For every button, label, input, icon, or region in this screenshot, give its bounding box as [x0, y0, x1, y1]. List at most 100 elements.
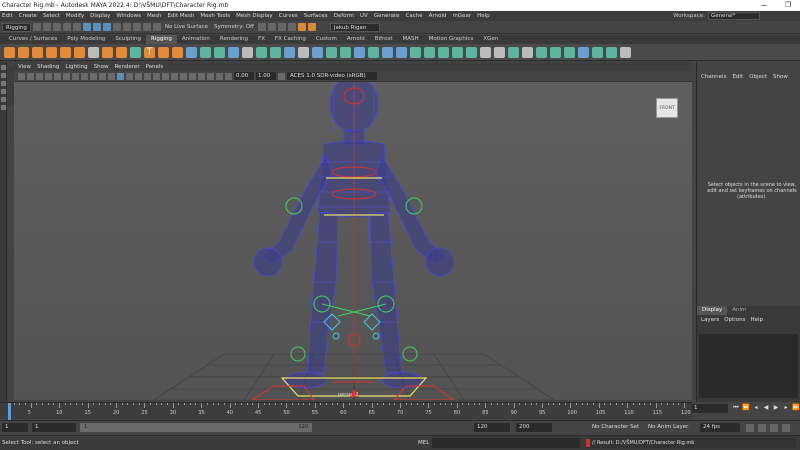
playhead[interactable]: [8, 403, 11, 420]
shelf-tool-icon[interactable]: [564, 46, 575, 58]
color-management-icon[interactable]: [278, 72, 285, 80]
tab-display-layers[interactable]: Display: [697, 306, 728, 315]
insert-joint-icon[interactable]: [18, 46, 29, 58]
shelf-tool-icon[interactable]: [466, 46, 477, 58]
text-tool-icon[interactable]: T: [144, 46, 155, 58]
loop-icon[interactable]: [746, 424, 754, 432]
mgear-shifter-icon[interactable]: [354, 46, 365, 58]
step-back-icon[interactable]: ◂: [752, 404, 760, 412]
outliner-icon[interactable]: [312, 46, 323, 58]
scale-constraint-icon[interactable]: [256, 46, 267, 58]
open-scene-icon[interactable]: [42, 23, 51, 31]
shelf-tool-icon[interactable]: [494, 46, 505, 58]
snap-point-icon[interactable]: [132, 23, 141, 31]
script-language-toggle[interactable]: MEL: [418, 440, 429, 446]
shelf-tool-icon[interactable]: [438, 46, 449, 58]
xray-icon[interactable]: [207, 72, 214, 80]
panel-menu-view[interactable]: View: [18, 64, 31, 70]
menu-modify[interactable]: Modify: [66, 13, 84, 19]
shelf-tool-icon[interactable]: [606, 46, 617, 58]
wireframe-icon[interactable]: [117, 72, 124, 80]
playback-end-field[interactable]: 120: [474, 423, 510, 432]
render-frame-icon[interactable]: [267, 23, 276, 31]
shelf-tool-icon[interactable]: [536, 46, 547, 58]
view-cube[interactable]: FRONT: [656, 98, 678, 118]
tab-xgen[interactable]: XGen: [478, 35, 503, 44]
node-editor-icon[interactable]: [298, 46, 309, 58]
tab-fx-caching[interactable]: FX Caching: [270, 35, 311, 44]
current-frame-field[interactable]: 1: [692, 404, 728, 413]
go-to-start-icon[interactable]: ⏮: [732, 404, 740, 412]
paint-select-icon[interactable]: [1, 81, 6, 86]
film-gate-icon[interactable]: [63, 72, 70, 80]
hik-icon[interactable]: [270, 46, 281, 58]
tab-rigging[interactable]: Rigging: [146, 35, 177, 44]
shelf-tool-icon[interactable]: [508, 46, 519, 58]
component-editor-icon[interactable]: [284, 46, 295, 58]
panel-menu-panels[interactable]: Panels: [146, 64, 164, 70]
mgear-control-icon[interactable]: [368, 46, 379, 58]
fps-dropdown[interactable]: 24 fps: [700, 423, 740, 432]
preferences-icon[interactable]: [782, 424, 790, 432]
character-set-dropdown[interactable]: No Character Set: [592, 424, 639, 430]
tab-rendering[interactable]: Rendering: [215, 35, 253, 44]
mgear-build-icon[interactable]: [340, 46, 351, 58]
far-clip-field[interactable]: 1.00: [256, 72, 276, 80]
select-hierarchy-icon[interactable]: [82, 23, 91, 31]
range-slider[interactable]: 1 120: [80, 423, 312, 432]
layer-menu-help[interactable]: Help: [750, 317, 763, 323]
tab-arnold[interactable]: Arnold: [342, 35, 370, 44]
mirror-joint-icon[interactable]: [32, 46, 43, 58]
menu-curves[interactable]: Curves: [279, 13, 298, 19]
blend-shape-icon[interactable]: [158, 46, 169, 58]
ambient-occlusion-icon[interactable]: [171, 72, 178, 80]
shelf-tool-icon[interactable]: [424, 46, 435, 58]
select-component-icon[interactable]: [102, 23, 111, 31]
audio-icon[interactable]: [758, 424, 766, 432]
animation-start-field[interactable]: 1: [2, 423, 28, 432]
layer-list[interactable]: [699, 334, 798, 398]
safe-title-icon[interactable]: [108, 72, 115, 80]
pole-vector-icon[interactable]: [242, 46, 253, 58]
tab-motion-graphics[interactable]: Motion Graphics: [424, 35, 479, 44]
menu-surfaces[interactable]: Surfaces: [304, 13, 328, 19]
tab-bifrost[interactable]: Bifrost: [370, 35, 398, 44]
shelf-tool-icon[interactable]: [550, 46, 561, 58]
save-scene-icon[interactable]: [52, 23, 61, 31]
channel-menu-channels[interactable]: Channels: [701, 74, 726, 80]
xray-components-icon[interactable]: [225, 72, 232, 80]
panel-menu-lighting[interactable]: Lighting: [65, 64, 87, 70]
field-chart-icon[interactable]: [90, 72, 97, 80]
maximize-button[interactable]: ❐: [776, 0, 800, 11]
hypershade-icon[interactable]: [297, 23, 306, 31]
resolution-gate-icon[interactable]: [72, 72, 79, 80]
menu-help[interactable]: Help: [477, 13, 490, 19]
camera-attributes-icon[interactable]: [27, 72, 34, 80]
shelf-tool-icon[interactable]: [592, 46, 603, 58]
minimize-button[interactable]: —: [752, 0, 776, 11]
snap-curve-icon[interactable]: [122, 23, 131, 31]
step-back-key-icon[interactable]: ⏪: [742, 404, 750, 412]
panel-menu-shading[interactable]: Shading: [37, 64, 59, 70]
menu-uv[interactable]: UV: [360, 13, 368, 19]
arnold-render-icon[interactable]: [307, 23, 316, 31]
safe-action-icon[interactable]: [99, 72, 106, 80]
mgear-guide-icon[interactable]: [326, 46, 337, 58]
layer-menu-layers[interactable]: Layers: [701, 317, 719, 323]
tab-fx[interactable]: FX: [253, 35, 270, 44]
command-result[interactable]: // Result: D:/VŠMU/DFT/Character Rig.mb: [586, 438, 796, 448]
lights-icon[interactable]: [153, 72, 160, 80]
move-tool-icon[interactable]: [1, 89, 6, 94]
channel-menu-edit[interactable]: Edit: [732, 74, 743, 80]
menu-generate[interactable]: Generate: [374, 13, 400, 19]
auto-key-icon[interactable]: [770, 424, 778, 432]
locator-icon[interactable]: [116, 46, 127, 58]
point-constraint-icon[interactable]: [186, 46, 197, 58]
shadows-icon[interactable]: [162, 72, 169, 80]
play-forward-icon[interactable]: ▶: [772, 404, 780, 412]
view-transform-dropdown[interactable]: ACES 1.0 SDR-video (sRGB): [287, 72, 377, 80]
smooth-shade-icon[interactable]: [126, 72, 133, 80]
tab-mash[interactable]: MASH: [397, 35, 423, 44]
step-forward-key-icon[interactable]: ⏩: [792, 404, 800, 412]
tab-sculpting[interactable]: Sculpting: [110, 35, 146, 44]
